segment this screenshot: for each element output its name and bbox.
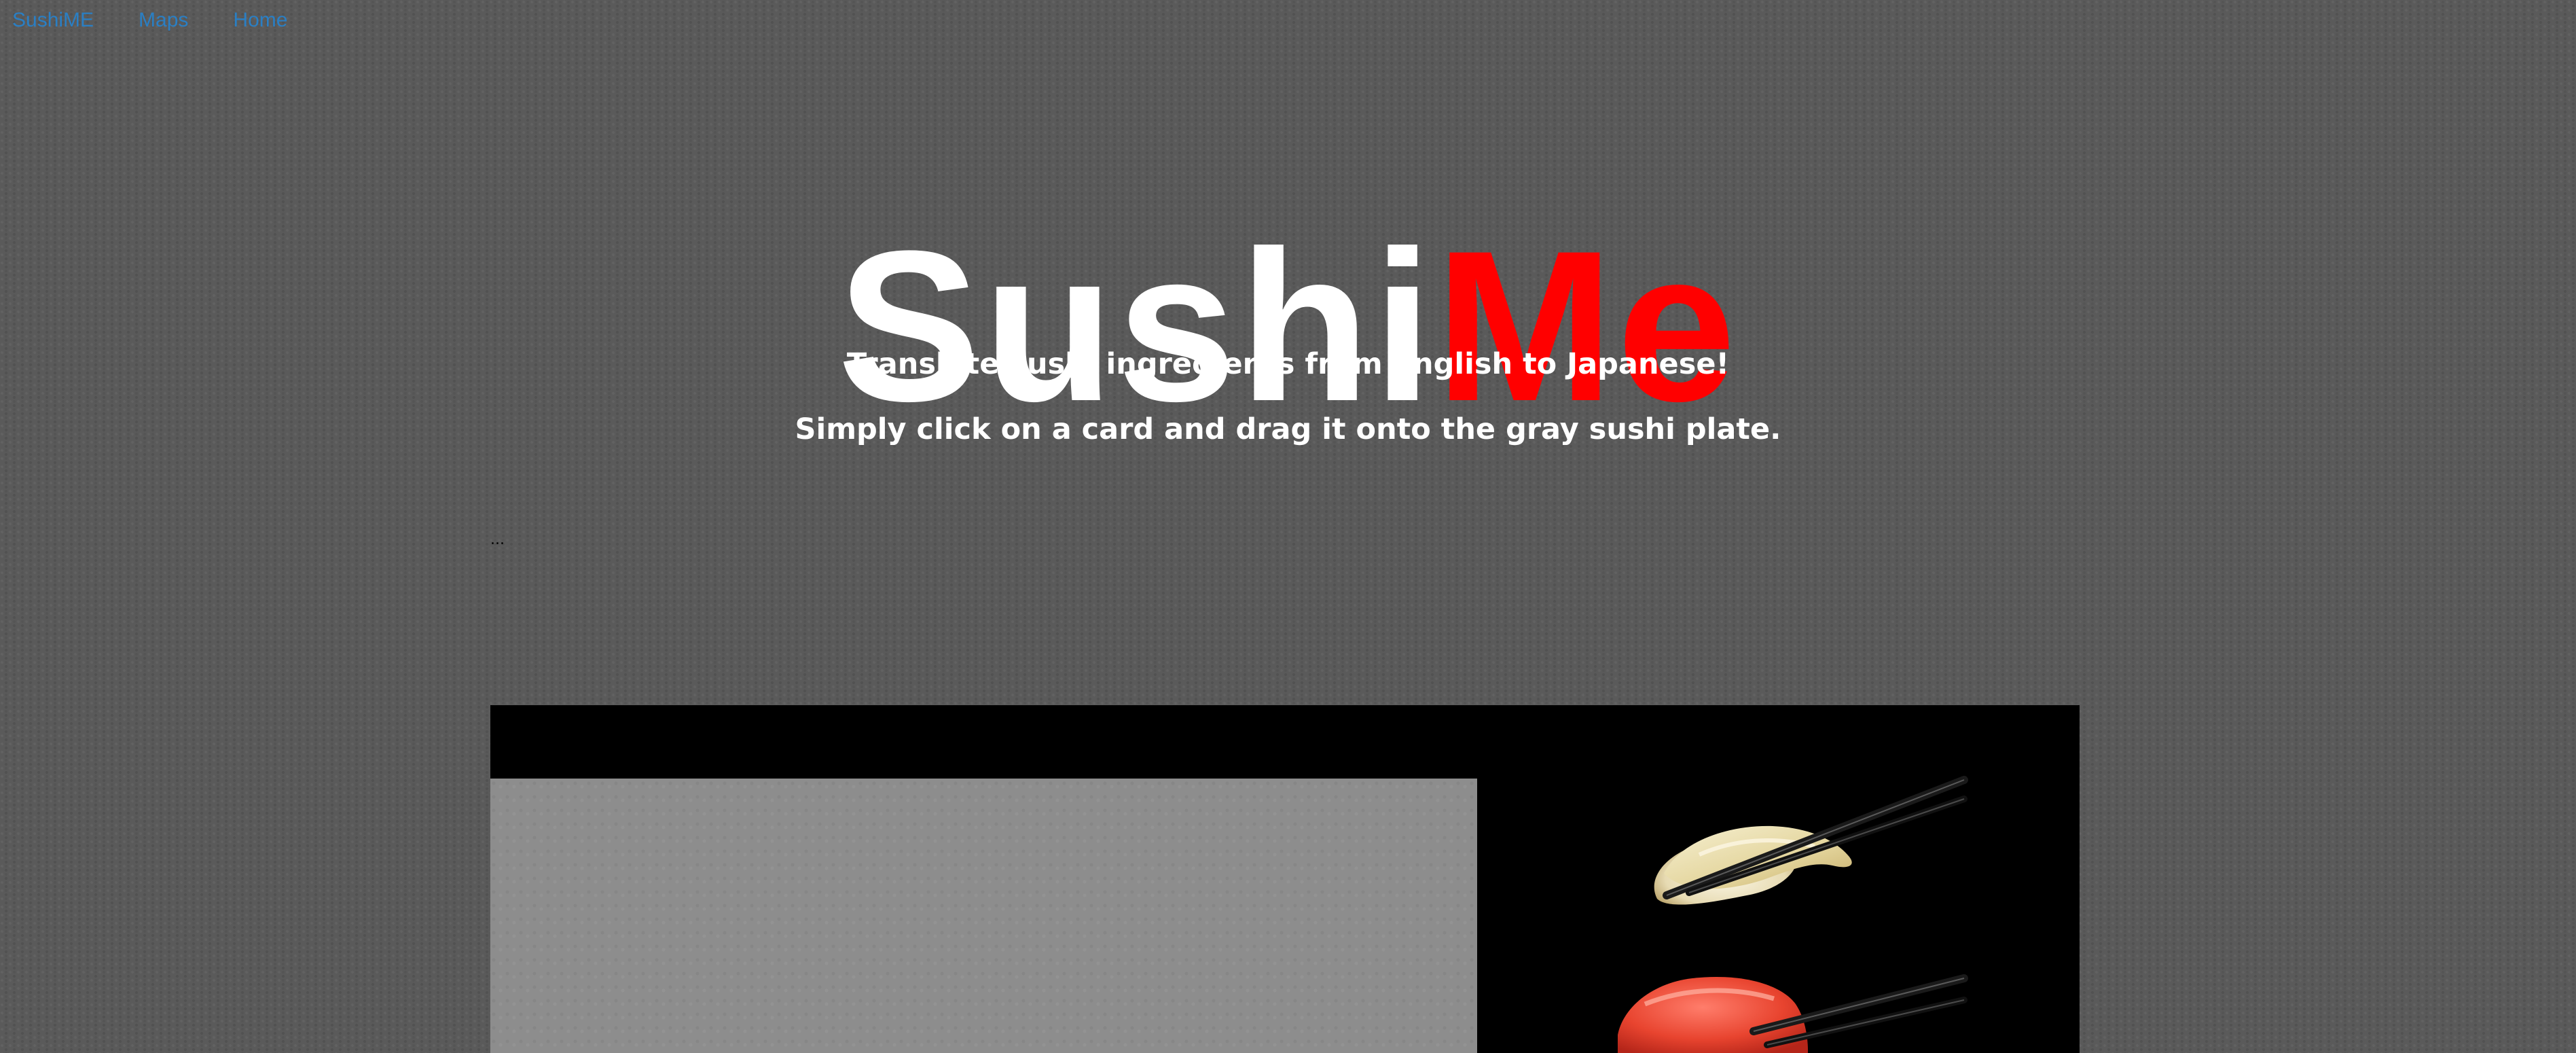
nav-link-home[interactable]: Home [233,7,287,34]
top-nav: SushiME Maps Home [12,7,287,34]
sushi-chopsticks-image [1618,776,1968,1053]
logo-sushi: Sushi [837,205,1436,446]
nav-link-maps[interactable]: Maps [139,7,188,34]
tagline-translate: Translate sushi ingredients from English… [846,347,1730,381]
status-text: ... [490,531,505,548]
nav-link-sushime[interactable]: SushiME [12,7,94,34]
sushi-plate-drop-zone[interactable] [490,779,1477,1053]
game-area [490,705,2080,1053]
tagline-instructions: Simply click on a card and drag it onto … [795,412,1781,446]
site-logo: SushiMe [0,218,2576,433]
logo-me: Me [1435,205,1739,446]
